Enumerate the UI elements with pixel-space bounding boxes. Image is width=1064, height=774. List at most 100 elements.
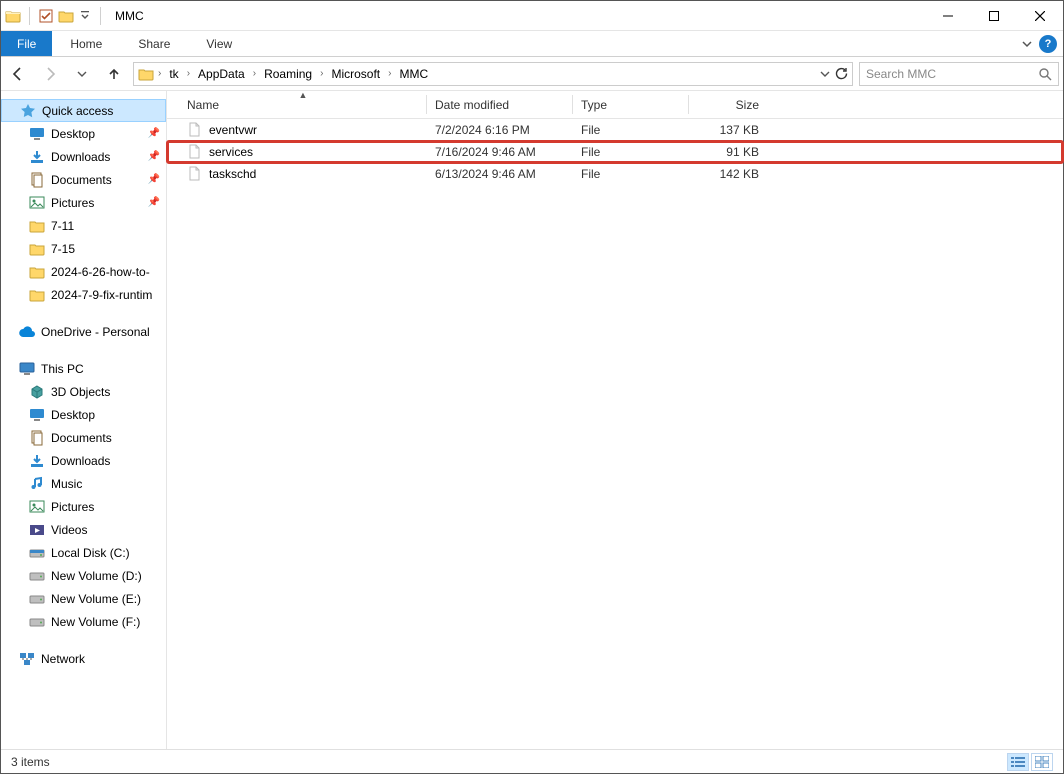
- folder-icon: [29, 287, 45, 303]
- close-button[interactable]: [1017, 1, 1063, 31]
- ribbon-expand-icon[interactable]: [1021, 38, 1033, 50]
- file-size: 142 KB: [689, 167, 767, 181]
- breadcrumb-segment[interactable]: Roaming: [260, 67, 316, 81]
- videos-icon: [29, 522, 45, 538]
- label: New Volume (D:): [51, 569, 142, 583]
- maximize-button[interactable]: [971, 1, 1017, 31]
- table-row[interactable]: services7/16/2024 9:46 AMFile91 KB: [167, 141, 1063, 163]
- sidebar-item[interactable]: Videos: [1, 518, 166, 541]
- forward-button[interactable]: [37, 61, 63, 87]
- thumbnails-view-button[interactable]: [1031, 753, 1053, 771]
- folder-icon: [29, 241, 45, 257]
- chevron-right-icon[interactable]: ›: [386, 68, 393, 79]
- sidebar-item[interactable]: New Volume (F:): [1, 610, 166, 633]
- sidebar-item[interactable]: Downloads📌: [1, 145, 166, 168]
- desktop-icon: [29, 126, 45, 142]
- rows: eventvwr7/2/2024 6:16 PMFile137 KBservic…: [167, 119, 1063, 185]
- properties-icon[interactable]: [38, 8, 54, 24]
- nav-this-pc[interactable]: This PC: [1, 357, 166, 380]
- breadcrumb-segment[interactable]: tk: [165, 67, 182, 81]
- sidebar-item[interactable]: Documents: [1, 426, 166, 449]
- folder-icon: [5, 8, 21, 24]
- breadcrumb-segment[interactable]: MMC: [395, 67, 432, 81]
- file-size: 137 KB: [689, 123, 767, 137]
- sidebar-item[interactable]: 2024-6-26-how-to-: [1, 260, 166, 283]
- label: Pictures: [51, 500, 94, 514]
- nav-quick-access[interactable]: Quick access: [1, 99, 166, 122]
- search-icon: [1038, 67, 1052, 81]
- sidebar-item[interactable]: New Volume (D:): [1, 564, 166, 587]
- file-tab[interactable]: File: [1, 31, 52, 56]
- minimize-button[interactable]: [925, 1, 971, 31]
- file-name: services: [209, 145, 253, 159]
- cloud-icon: [19, 324, 35, 340]
- window-title: MMC: [115, 9, 144, 23]
- refresh-button[interactable]: [834, 67, 848, 81]
- sidebar-item[interactable]: New Volume (E:): [1, 587, 166, 610]
- address-bar[interactable]: › tk › AppData › Roaming › Microsoft › M…: [133, 62, 853, 86]
- network-icon: [19, 651, 35, 667]
- tab-view[interactable]: View: [188, 31, 250, 56]
- nav-network[interactable]: Network: [1, 647, 166, 670]
- sidebar-item[interactable]: Downloads: [1, 449, 166, 472]
- drive-c-icon: [29, 545, 45, 561]
- column-type[interactable]: Type: [573, 91, 689, 118]
- column-name[interactable]: Name▲: [179, 91, 427, 118]
- chevron-right-icon[interactable]: ›: [318, 68, 325, 79]
- tab-home[interactable]: Home: [52, 31, 120, 56]
- drive-icon: [29, 568, 45, 584]
- 3d-icon: [29, 384, 45, 400]
- table-row[interactable]: eventvwr7/2/2024 6:16 PMFile137 KB: [167, 119, 1063, 141]
- label: Local Disk (C:): [51, 546, 130, 560]
- sidebar-item[interactable]: Desktop📌: [1, 122, 166, 145]
- sidebar-item[interactable]: Pictures📌: [1, 191, 166, 214]
- navigation-pane: Quick access Desktop📌Downloads📌Documents…: [1, 91, 167, 749]
- label: Pictures: [51, 196, 94, 210]
- help-button[interactable]: ?: [1039, 35, 1057, 53]
- sidebar-item[interactable]: Documents📌: [1, 168, 166, 191]
- tab-share[interactable]: Share: [120, 31, 188, 56]
- downloads-icon: [29, 453, 45, 469]
- column-size[interactable]: Size: [689, 91, 767, 118]
- pictures-icon: [29, 195, 45, 211]
- sidebar-item[interactable]: Music: [1, 472, 166, 495]
- sidebar-item[interactable]: 3D Objects: [1, 380, 166, 403]
- column-date[interactable]: Date modified: [427, 91, 573, 118]
- label: Downloads: [51, 454, 110, 468]
- chevron-right-icon[interactable]: ›: [156, 68, 163, 79]
- qat-dropdown-icon[interactable]: [78, 9, 92, 23]
- pin-icon: 📌: [148, 128, 160, 139]
- label: Music: [51, 477, 82, 491]
- table-row[interactable]: taskschd6/13/2024 9:46 AMFile142 KB: [167, 163, 1063, 185]
- sidebar-item[interactable]: 2024-7-9-fix-runtim: [1, 283, 166, 306]
- sidebar-item[interactable]: 7-15: [1, 237, 166, 260]
- sidebar-item[interactable]: Desktop: [1, 403, 166, 426]
- up-button[interactable]: [101, 61, 127, 87]
- address-dropdown-icon[interactable]: [820, 69, 830, 79]
- search-input[interactable]: [866, 67, 1038, 81]
- file-date: 7/2/2024 6:16 PM: [427, 123, 573, 137]
- recent-locations-button[interactable]: [69, 61, 95, 87]
- chevron-right-icon[interactable]: ›: [185, 68, 192, 79]
- pin-icon: 📌: [148, 151, 160, 162]
- label: Desktop: [51, 408, 95, 422]
- breadcrumb-segment[interactable]: Microsoft: [327, 67, 384, 81]
- label: 7-15: [51, 242, 75, 256]
- back-button[interactable]: [5, 61, 31, 87]
- breadcrumb-segment[interactable]: AppData: [194, 67, 249, 81]
- label: Network: [41, 652, 85, 666]
- label: New Volume (E:): [51, 592, 141, 606]
- new-folder-icon[interactable]: [58, 8, 74, 24]
- sidebar-item[interactable]: 7-11: [1, 214, 166, 237]
- nav-onedrive[interactable]: OneDrive - Personal: [1, 320, 166, 343]
- chevron-right-icon[interactable]: ›: [251, 68, 258, 79]
- label: This PC: [41, 362, 84, 376]
- details-view-button[interactable]: [1007, 753, 1029, 771]
- file-name: eventvwr: [209, 123, 257, 137]
- file-list: Name▲ Date modified Type Size eventvwr 7/…: [167, 91, 1063, 749]
- sidebar-item[interactable]: Local Disk (C:): [1, 541, 166, 564]
- search-box[interactable]: [859, 62, 1059, 86]
- quick-access-toolbar: [1, 7, 109, 25]
- label: OneDrive - Personal: [41, 325, 150, 339]
- sidebar-item[interactable]: Pictures: [1, 495, 166, 518]
